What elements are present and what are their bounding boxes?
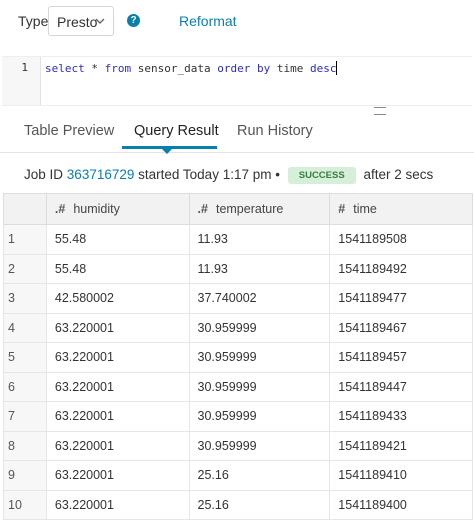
- sql-keyword: select: [45, 62, 85, 75]
- table-cell[interactable]: 63.220001: [45, 342, 190, 373]
- table-cell[interactable]: 1541189410: [329, 460, 473, 491]
- table-cell[interactable]: 42.580002: [45, 283, 190, 314]
- numeric-type-icon: .#: [197, 202, 208, 216]
- table-cell[interactable]: 1541189477: [329, 283, 473, 314]
- table-cell[interactable]: 55.48: [45, 253, 190, 284]
- reformat-button[interactable]: Reformat: [179, 13, 237, 29]
- editor-gutter: 1: [2, 57, 41, 105]
- row-number-cell: 1: [3, 224, 47, 255]
- column-header-time[interactable]: # time: [329, 193, 473, 225]
- table-row: 10 63.220001 25.16 1541189400: [3, 489, 473, 520]
- chevron-down-icon: [95, 18, 105, 24]
- row-number-cell: 2: [3, 253, 47, 284]
- column-name: humidity: [73, 202, 120, 216]
- table-row: 2 55.48 11.93 1541189492: [3, 253, 473, 284]
- column-name: temperature: [215, 202, 284, 216]
- table-cell[interactable]: 63.220001: [45, 460, 190, 491]
- job-id-label: Job ID: [24, 167, 64, 182]
- sql-identifier: sensor_data: [131, 62, 218, 75]
- table-cell[interactable]: 37.740002: [188, 283, 331, 314]
- table-cell[interactable]: 1541189508: [329, 224, 473, 255]
- table-cell[interactable]: 63.220001: [45, 401, 190, 432]
- table-cell[interactable]: 1541189467: [329, 312, 473, 343]
- table-cell[interactable]: 11.93: [188, 253, 331, 284]
- tab-run-history[interactable]: Run History: [237, 123, 313, 139]
- sql-keyword: by: [256, 62, 271, 75]
- table-cell[interactable]: 30.959999: [188, 371, 331, 402]
- table-header-row: .# humidity .# temperature # time: [3, 193, 473, 225]
- row-number-cell: 7: [3, 401, 47, 432]
- editor-resize-handle[interactable]: [374, 107, 386, 115]
- sql-editor[interactable]: 1 select * from sensor_data order by tim…: [2, 56, 472, 106]
- sql-keyword: order: [217, 62, 251, 75]
- sql-identifier: [250, 62, 257, 75]
- job-duration-text: after 2 secs: [363, 167, 434, 182]
- column-header-temperature[interactable]: .# temperature: [188, 193, 331, 225]
- column-name: time: [353, 202, 377, 216]
- table-cell[interactable]: 1541189447: [329, 371, 473, 402]
- table-cell[interactable]: 1541189400: [329, 489, 473, 520]
- numeric-type-icon: .#: [54, 202, 66, 216]
- row-number-cell: 6: [3, 371, 47, 402]
- engine-select[interactable]: Presto: [48, 6, 114, 36]
- table-cell[interactable]: 30.959999: [188, 312, 331, 343]
- results-table: .# humidity .# temperature # time 1 55.48 11.…: [3, 193, 473, 520]
- column-header-humidity[interactable]: .# humidity: [45, 193, 190, 225]
- table-cell[interactable]: 30.959999: [188, 401, 331, 432]
- sql-keyword: desc: [309, 62, 337, 75]
- help-icon[interactable]: ?: [127, 14, 140, 27]
- table-row: 9 63.220001 25.16 1541189410: [3, 460, 473, 491]
- table-row: 3 42.580002 37.740002 1541189477: [3, 283, 473, 314]
- status-badge: SUCCESS: [287, 167, 356, 184]
- active-tab-caret: [161, 148, 173, 154]
- engine-select-value: Presto: [57, 14, 98, 30]
- text-cursor: [336, 61, 338, 75]
- table-row: 7 63.220001 30.959999 1541189433: [3, 401, 473, 432]
- table-cell[interactable]: 1541189421: [329, 430, 473, 461]
- row-number-cell: 9: [3, 460, 47, 491]
- table-cell[interactable]: 55.48: [45, 224, 190, 255]
- row-number-header: [3, 193, 47, 225]
- sql-identifier: *: [84, 62, 105, 75]
- sql-identifier: time: [270, 62, 310, 75]
- integer-type-icon: #: [338, 202, 346, 216]
- row-number-cell: 4: [3, 312, 47, 343]
- table-cell[interactable]: 30.959999: [188, 430, 331, 461]
- table-cell[interactable]: 63.220001: [45, 312, 190, 343]
- table-cell[interactable]: 63.220001: [45, 489, 190, 520]
- table-cell[interactable]: 11.93: [188, 224, 331, 255]
- table-cell[interactable]: 1541189492: [329, 253, 473, 284]
- result-tabs: Table Preview Query Result Run History: [0, 116, 474, 153]
- tab-table-preview[interactable]: Table Preview: [24, 123, 114, 139]
- table-cell[interactable]: 25.16: [188, 489, 331, 520]
- row-number-cell: 8: [3, 430, 47, 461]
- table-row: 8 63.220001 30.959999 1541189421: [3, 430, 473, 461]
- table-cell[interactable]: 1541189457: [329, 342, 473, 373]
- job-id-link[interactable]: 363716729: [67, 167, 135, 182]
- table-cell[interactable]: 30.959999: [188, 342, 331, 373]
- query-toolbar: Type: Presto ? Reformat: [0, 0, 474, 44]
- sql-keyword: from: [104, 62, 132, 75]
- table-row: 5 63.220001 30.959999 1541189457: [3, 342, 473, 373]
- table-row: 4 63.220001 30.959999 1541189467: [3, 312, 473, 343]
- table-cell[interactable]: 25.16: [188, 460, 331, 491]
- job-status-line: Job ID 363716729 started Today 1:17 pm •…: [24, 167, 433, 184]
- sql-code-line[interactable]: select * from sensor_data order by time …: [45, 61, 338, 75]
- table-row: 6 63.220001 30.959999 1541189447: [3, 371, 473, 402]
- table-cell[interactable]: 1541189433: [329, 401, 473, 432]
- row-number-cell: 10: [3, 489, 47, 520]
- line-number: 1: [21, 61, 28, 74]
- tab-query-result[interactable]: Query Result: [134, 123, 219, 139]
- job-started-text: started Today 1:17 pm: [138, 167, 272, 182]
- row-number-cell: 5: [3, 342, 47, 373]
- table-cell[interactable]: 63.220001: [45, 430, 190, 461]
- row-number-cell: 3: [3, 283, 47, 314]
- table-row: 1 55.48 11.93 1541189508: [3, 224, 473, 255]
- table-cell[interactable]: 63.220001: [45, 371, 190, 402]
- separator-dot: •: [275, 167, 280, 182]
